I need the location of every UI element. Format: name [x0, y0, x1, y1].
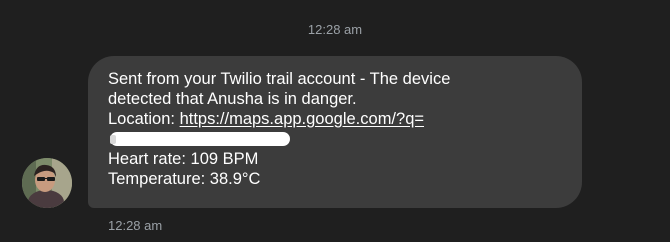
location-line: Location: https://maps.app.google.com/?q… [108, 109, 568, 129]
heart-rate-text: Heart rate: 109 BPM [108, 150, 259, 168]
message-line: Sent from your Twilio trail account - Th… [108, 70, 451, 88]
message-line: detected that Anusha is in danger. [108, 90, 357, 108]
avatar[interactable] [22, 158, 72, 208]
redacted-coordinates [108, 129, 568, 149]
avatar-icon [22, 158, 72, 208]
message-text: Sent from your Twilio trail account - Th… [108, 69, 568, 189]
redaction-mark [110, 135, 116, 144]
location-link[interactable]: https://maps.app.google.com/?q= [180, 110, 424, 128]
message-timestamp: 12:28 am [108, 218, 163, 233]
redaction-mark [110, 132, 290, 146]
temperature-text: Temperature: 38.9°C [108, 170, 261, 188]
message-thread: 12:28 am Sent from your Twilio trail acc… [0, 0, 670, 242]
location-label: Location: [108, 110, 180, 128]
time-divider: 12:28 am [307, 22, 363, 37]
message-bubble[interactable]: Sent from your Twilio trail account - Th… [88, 56, 582, 208]
